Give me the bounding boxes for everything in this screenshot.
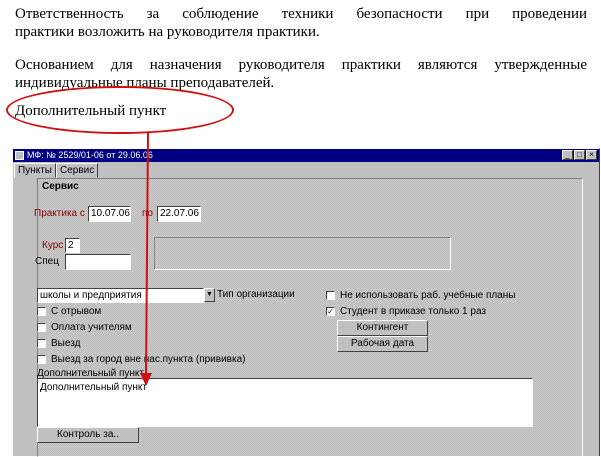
app-window: МФ: № 2529/01-06 от 29.06.06 _ □ × Пункт…	[12, 148, 600, 457]
checkbox-student-once-label: Студент в приказе только 1 раз	[340, 306, 486, 317]
checkbox-departure-label: Выезд	[51, 338, 81, 349]
checkbox-teacher-pay[interactable]	[37, 323, 46, 332]
practice-from-field[interactable]: 10.07.06	[88, 206, 131, 222]
tab-items[interactable]: Пункты	[14, 163, 56, 178]
window-title: МФ: № 2529/01-06 от 29.06.06	[27, 150, 153, 160]
checkbox-teacher-pay-label: Оплата учителям	[51, 322, 132, 333]
course-label: Курс	[42, 240, 64, 251]
checkbox-no-work-plans[interactable]	[326, 291, 335, 300]
spec-label: Спец	[35, 256, 59, 267]
highlight-ellipse	[6, 86, 234, 134]
tab-strip: Пункты Сервис	[14, 163, 99, 178]
checkbox-out-of-town-label: Выезд за город вне нас.пункта (прививка)	[51, 354, 246, 365]
checkbox-departure[interactable]	[37, 339, 46, 348]
app-icon	[15, 151, 24, 160]
practice-to-field[interactable]: 22.07.06	[157, 206, 201, 222]
doc-paragraph1-line1: Ответственность за соблюдение техники бе…	[15, 6, 587, 22]
practice-from-label: Практика с	[34, 208, 85, 219]
checkbox-with-leave[interactable]	[37, 307, 46, 316]
spec-field[interactable]	[65, 254, 131, 270]
title-bar: МФ: № 2529/01-06 от 29.06.06 _ □ ×	[13, 149, 599, 162]
tab-service[interactable]: Сервис	[55, 163, 99, 178]
spec-description-box	[154, 237, 451, 270]
control-button[interactable]: Контроль за..	[37, 427, 139, 443]
section-title: Сервис	[42, 181, 79, 192]
checkbox-no-work-plans-label: Не использовать раб. учебные планы	[340, 290, 516, 301]
minimize-button[interactable]: _	[562, 150, 573, 160]
doc-paragraph2-line1: Основанием для назначения руководителя п…	[15, 57, 587, 73]
extra-item-textarea[interactable]: Дополнительный пункт	[37, 378, 533, 427]
practice-to-label: по	[142, 208, 153, 219]
org-type-label: Тип организации	[217, 289, 295, 300]
close-button[interactable]: ×	[586, 150, 597, 160]
checkbox-student-once[interactable]: ✓	[326, 307, 335, 316]
work-date-button[interactable]: Рабочая дата	[337, 336, 428, 352]
chevron-down-icon[interactable]: ▼	[204, 288, 215, 302]
doc-paragraph1-line2: практики возложить на руководителя практ…	[15, 24, 320, 40]
contingent-button[interactable]: Контингент	[337, 320, 428, 336]
maximize-button[interactable]: □	[574, 150, 585, 160]
course-field[interactable]: 2	[65, 238, 80, 253]
checkbox-out-of-town[interactable]	[37, 355, 46, 364]
org-type-select[interactable]: школы и предприятия	[37, 288, 204, 303]
checkbox-with-leave-label: С отрывом	[51, 306, 102, 317]
